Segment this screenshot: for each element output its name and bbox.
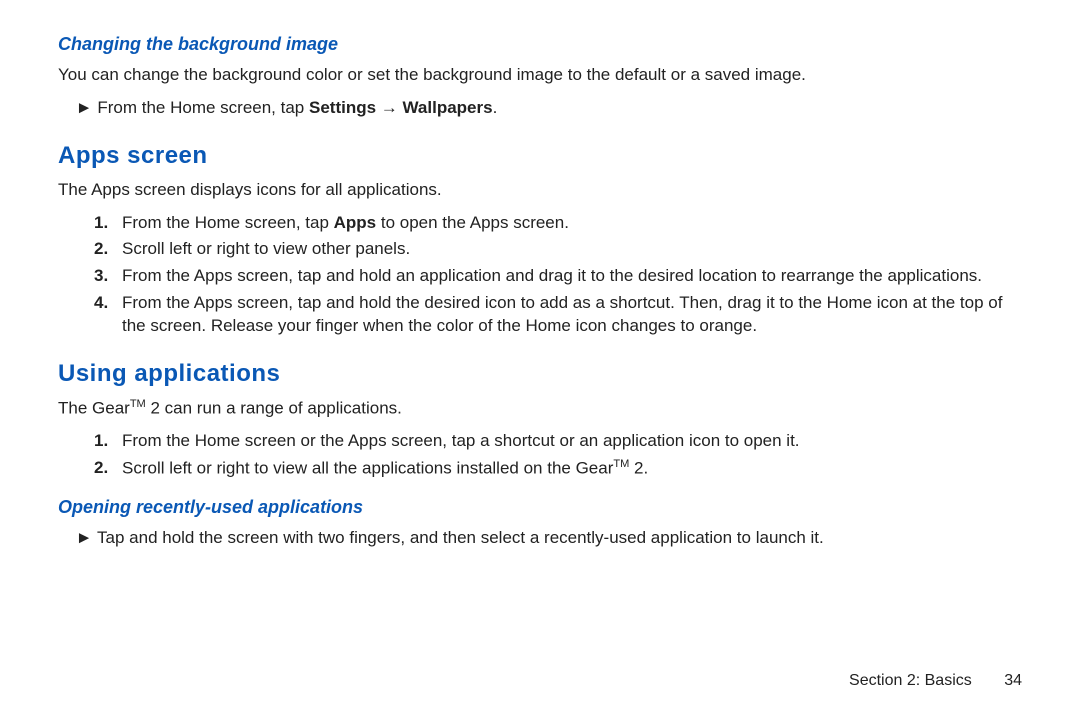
bullet-settings-wallpapers: ► From the Home screen, tap Settings → W… [96, 97, 1022, 120]
para3-prefix: The Gear [58, 398, 130, 417]
para-using-apps: The GearTM 2 can run a range of applicat… [58, 397, 1022, 421]
triangle-bullet-icon: ► [76, 527, 93, 550]
step-a1-bold: Apps [334, 213, 377, 232]
step-scroll-apps: Scroll left or right to view all the app… [122, 457, 1022, 481]
step-scroll-panels: Scroll left or right to view other panel… [122, 238, 1022, 261]
subheading-recent-apps: Opening recently-used applications [58, 495, 1022, 519]
step-b2-suffix: 2. [629, 459, 648, 478]
step-open-apps: From the Home screen, tap Apps to open t… [122, 212, 1022, 235]
footer-page-number: 34 [1004, 672, 1022, 689]
para-apps-screen: The Apps screen displays icons for all a… [58, 179, 1022, 202]
step-add-shortcut: From the Apps screen, tap and hold the d… [122, 292, 1022, 338]
bullet1-suffix: . [493, 98, 498, 117]
right-arrow-icon: → [376, 98, 402, 117]
step-a1-prefix: From the Home screen, tap [122, 213, 334, 232]
trademark-icon: TM [613, 458, 629, 470]
triangle-bullet-icon: ► [76, 97, 93, 120]
step-open-app: From the Home screen or the Apps screen,… [122, 430, 1022, 453]
footer-section-label: Section 2: Basics [849, 672, 972, 689]
bullet1-text-prefix: From the Home screen, tap [97, 98, 309, 117]
manual-page: Changing the background image You can ch… [0, 0, 1080, 720]
step-rearrange: From the Apps screen, tap and hold an ap… [122, 265, 1022, 288]
trademark-icon: TM [130, 398, 146, 410]
bullet1-bold-wallpapers: Wallpapers [403, 98, 493, 117]
page-footer: Section 2: Basics 34 [849, 670, 1022, 692]
step-a1-suffix: to open the Apps screen. [376, 213, 569, 232]
bullet1-bold-settings: Settings [309, 98, 376, 117]
bullet2-text: Tap and hold the screen with two fingers… [97, 528, 824, 547]
heading-apps-screen: Apps screen [58, 140, 1022, 172]
para-change-bg: You can change the background color or s… [58, 64, 1022, 87]
bullet-recent-apps: ► Tap and hold the screen with two finge… [96, 527, 1022, 550]
steps-apps-screen: From the Home screen, tap Apps to open t… [58, 212, 1022, 339]
steps-using-apps: From the Home screen or the Apps screen,… [58, 430, 1022, 481]
heading-using-apps: Using applications [58, 358, 1022, 390]
subheading-change-bg: Changing the background image [58, 32, 1022, 56]
step-b2-prefix: Scroll left or right to view all the app… [122, 459, 613, 478]
para3-suffix: 2 can run a range of applications. [146, 398, 402, 417]
